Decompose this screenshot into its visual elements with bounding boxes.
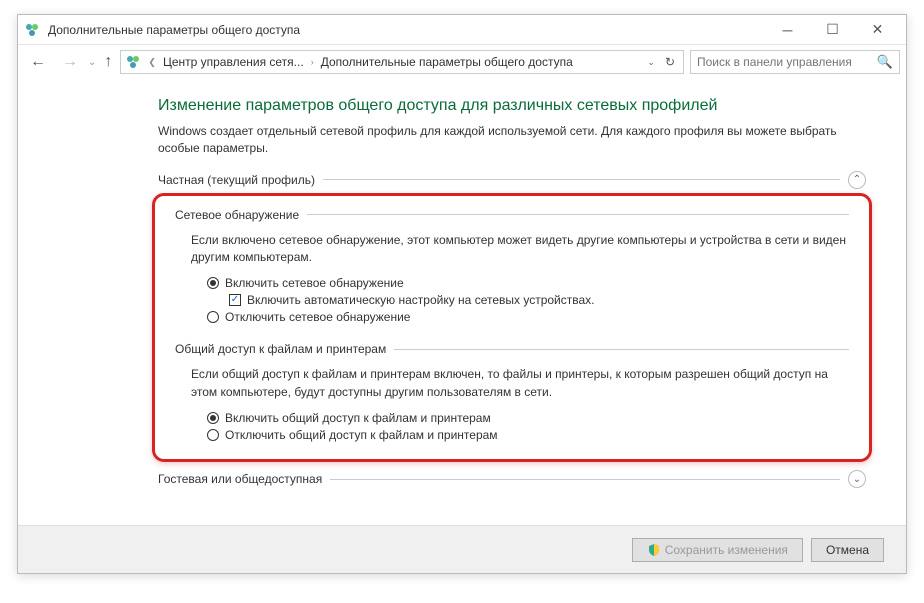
discovery-group-title: Сетевое обнаружение: [175, 208, 849, 222]
content-area: Изменение параметров общего доступа для …: [18, 79, 906, 525]
breadcrumb-part1[interactable]: Центр управления сетя...: [163, 55, 304, 69]
profile-guest-label: Гостевая или общедоступная: [158, 472, 322, 486]
discovery-title-text: Сетевое обнаружение: [175, 208, 299, 222]
highlight-box: Сетевое обнаружение Если включено сетево…: [152, 193, 872, 463]
sharing-radio-on[interactable]: Включить общий доступ к файлам и принтер…: [207, 411, 849, 425]
discovery-radio-on[interactable]: Включить сетевое обнаружение: [207, 276, 849, 290]
sharing-radio-off[interactable]: Отключить общий доступ к файлам и принте…: [207, 428, 849, 442]
minimize-button[interactable]: ─: [765, 16, 810, 44]
titlebar: Дополнительные параметры общего доступа …: [18, 15, 906, 45]
radio-icon: [207, 277, 219, 289]
profile-header-private[interactable]: Частная (текущий профиль) ⌃: [158, 171, 866, 189]
save-button-label: Сохранить изменения: [665, 543, 788, 557]
expand-icon[interactable]: ⌄: [848, 470, 866, 488]
radio-icon: [207, 429, 219, 441]
profile-private-label: Частная (текущий профиль): [158, 173, 315, 187]
divider: [323, 179, 840, 180]
sharing-radio-off-label: Отключить общий доступ к файлам и принте…: [225, 428, 498, 442]
footer: Сохранить изменения Отмена: [18, 525, 906, 573]
divider: [394, 349, 849, 350]
breadcrumb-sep-icon: ❮: [145, 57, 159, 68]
search-box[interactable]: 🔍: [690, 50, 900, 74]
close-button[interactable]: ✕: [855, 16, 900, 44]
shield-icon: [647, 543, 661, 557]
search-icon[interactable]: 🔍: [877, 54, 893, 70]
address-bar[interactable]: ❮ Центр управления сетя... › Дополнитель…: [120, 50, 684, 74]
cancel-button[interactable]: Отмена: [811, 538, 884, 562]
discovery-radio-off[interactable]: Отключить сетевое обнаружение: [207, 310, 849, 324]
divider: [330, 479, 840, 480]
address-actions: ⌄ ↻: [647, 55, 679, 69]
discovery-checkbox-label: Включить автоматическую настройку на сет…: [247, 293, 595, 307]
maximize-button[interactable]: ☐: [810, 16, 855, 44]
sharing-group-title: Общий доступ к файлам и принтерам: [175, 342, 849, 356]
search-input[interactable]: [697, 55, 877, 69]
navbar: ← → ⌄ ↑ ❮ Центр управления сетя... › Доп…: [18, 45, 906, 79]
history-dropdown[interactable]: ⌄: [88, 57, 96, 68]
refresh-button[interactable]: ↻: [661, 55, 679, 69]
divider: [307, 214, 849, 215]
cancel-button-label: Отмена: [826, 543, 869, 557]
window-title: Дополнительные параметры общего доступа: [48, 23, 765, 37]
address-dropdown-icon[interactable]: ⌄: [647, 57, 655, 68]
collapse-icon[interactable]: ⌃: [848, 171, 866, 189]
radio-icon: [207, 311, 219, 323]
breadcrumb-part2[interactable]: Дополнительные параметры общего доступа: [321, 55, 573, 69]
network-icon: [125, 54, 141, 70]
discovery-checkbox-auto[interactable]: ✓ Включить автоматическую настройку на с…: [229, 293, 849, 307]
profile-header-guest[interactable]: Гостевая или общедоступная ⌄: [158, 470, 866, 488]
checkbox-icon: ✓: [229, 294, 241, 306]
sharing-title-text: Общий доступ к файлам и принтерам: [175, 342, 386, 356]
app-icon: [24, 22, 40, 38]
save-button[interactable]: Сохранить изменения: [632, 538, 803, 562]
breadcrumb-chevron-icon[interactable]: ›: [308, 57, 317, 67]
window-controls: ─ ☐ ✕: [765, 16, 900, 44]
up-button[interactable]: ↑: [100, 53, 116, 71]
page-description: Windows создает отдельный сетевой профил…: [158, 123, 866, 157]
forward-button[interactable]: →: [56, 48, 84, 76]
discovery-radio-off-label: Отключить сетевое обнаружение: [225, 310, 410, 324]
discovery-description: Если включено сетевое обнаружение, этот …: [191, 232, 849, 267]
sharing-description: Если общий доступ к файлам и принтерам в…: [191, 366, 849, 401]
sharing-radio-on-label: Включить общий доступ к файлам и принтер…: [225, 411, 491, 425]
discovery-radio-on-label: Включить сетевое обнаружение: [225, 276, 404, 290]
back-button[interactable]: ←: [24, 48, 52, 76]
page-heading: Изменение параметров общего доступа для …: [158, 97, 866, 115]
radio-icon: [207, 412, 219, 424]
window: Дополнительные параметры общего доступа …: [17, 14, 907, 574]
